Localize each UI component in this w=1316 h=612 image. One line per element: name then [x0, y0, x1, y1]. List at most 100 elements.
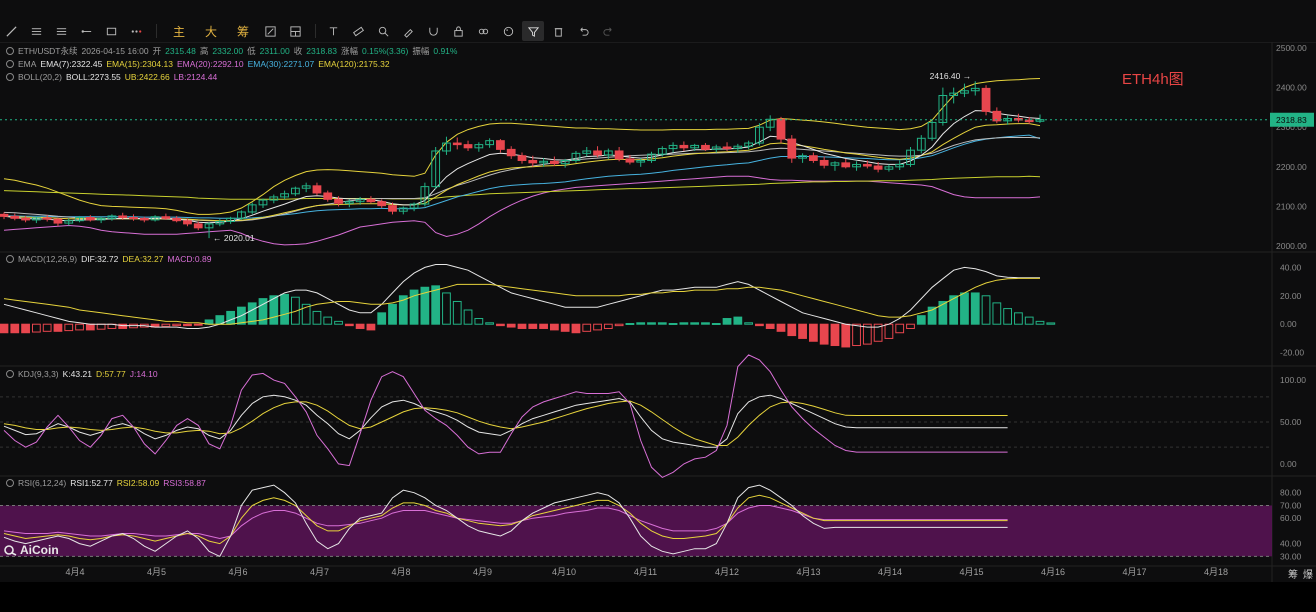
text-tool-icon[interactable]	[322, 21, 344, 41]
macd-histogram-bar	[916, 315, 926, 325]
rsi2-value: RSI2:58.09	[116, 478, 160, 488]
zoom-in-icon[interactable]	[372, 21, 394, 41]
brush-icon[interactable]	[397, 21, 419, 41]
price-axis-tick: 2400.00	[1276, 83, 1307, 93]
chips-footer-button[interactable]: 筹	[1288, 566, 1298, 581]
rsi-axis-tick: 80.00	[1280, 488, 1302, 498]
chart-canvas[interactable]: 2500.002400.002300.002200.002100.002000.…	[0, 42, 1316, 582]
candle-down	[496, 140, 505, 150]
layout-icon[interactable]	[284, 21, 306, 41]
ema30-value: EMA(30):2271.07	[247, 59, 315, 69]
macd-histogram-bar	[701, 322, 710, 325]
toolbar-divider	[315, 24, 316, 38]
ruler-icon[interactable]	[347, 21, 369, 41]
boll-lb-value: LB:2124.44	[173, 72, 218, 82]
palette-icon[interactable]	[497, 21, 519, 41]
macd-histogram-bar	[42, 323, 52, 332]
price-axis-tick: 2200.00	[1276, 162, 1307, 172]
macd-histogram-bar	[517, 323, 527, 329]
main-indicator-tab[interactable]: 主	[168, 21, 190, 41]
macd-histogram-bar	[614, 323, 624, 327]
dif-line	[3, 264, 1040, 329]
rectangle-icon[interactable]	[100, 21, 122, 41]
macd-histogram-bar	[603, 323, 613, 329]
macd-histogram-bar	[506, 323, 516, 328]
open-label: 开	[152, 46, 162, 56]
boll-mid-value: BOLL:2273.55	[65, 72, 121, 82]
macd-histogram-bar	[765, 323, 775, 329]
rsi-axis-tick: 30.00	[1280, 551, 1302, 561]
k-line	[3, 394, 1008, 448]
macd-histogram-bar	[64, 323, 74, 332]
low-value: 2311.00	[259, 46, 290, 56]
date-axis-tick: 4月6	[228, 567, 247, 577]
date-axis-tick: 4月8	[391, 567, 410, 577]
macd-histogram-bar	[852, 323, 861, 347]
change-label: 涨幅	[341, 46, 359, 56]
rsi-axis-tick: 40.00	[1280, 539, 1302, 549]
candle-down	[85, 217, 95, 221]
candle-down	[1024, 119, 1034, 123]
undo-icon[interactable]	[572, 21, 594, 41]
date-axis-tick: 4月7	[310, 567, 329, 577]
macd-histogram-bar	[1046, 322, 1056, 325]
edit-chart-icon[interactable]	[259, 21, 281, 41]
visibility-eye-icon[interactable]	[6, 479, 14, 487]
visibility-eye-icon[interactable]	[6, 73, 14, 81]
candle-down	[10, 215, 20, 219]
candle-down	[614, 150, 624, 160]
liquidation-footer-button[interactable]: 爆	[1303, 566, 1313, 581]
visibility-eye-icon[interactable]	[6, 255, 14, 263]
ema7-value: EMA(7):2322.45	[40, 59, 103, 69]
macd-histogram-bar	[528, 323, 538, 329]
filter-icon[interactable]	[522, 21, 544, 41]
macd-histogram-bar	[981, 295, 991, 325]
macd-histogram-bar	[31, 323, 41, 333]
candle-down	[701, 144, 710, 150]
candle-down	[679, 144, 689, 149]
chips-tab[interactable]: 筹	[232, 21, 254, 41]
high-price-annotation: 2416.40 →	[930, 71, 972, 81]
macd-histogram-bar	[744, 322, 754, 325]
horizontal-ray-icon[interactable]	[75, 21, 97, 41]
horizontal-lines-icon[interactable]	[25, 21, 47, 41]
ema30-line	[4, 134, 1041, 219]
candle-down	[776, 118, 786, 140]
visibility-eye-icon[interactable]	[6, 370, 14, 378]
macd-histogram-bar	[970, 292, 980, 325]
macd-histogram-bar	[485, 322, 495, 325]
visibility-eye-icon[interactable]	[6, 47, 14, 55]
macd-histogram-bar	[625, 323, 635, 325]
macd-histogram-bar	[53, 323, 63, 332]
current-price-label: 2318.83	[1276, 115, 1307, 125]
price-axis-tick: 2500.00	[1276, 43, 1307, 53]
macd-histogram-bar	[647, 322, 656, 325]
boll-legend: BOLL(20,2) BOLL:2273.55 UB:2422.66 LB:21…	[6, 72, 217, 82]
date-axis-tick: 4月9	[473, 567, 492, 577]
ema120-line	[3, 175, 1041, 200]
redo-icon[interactable]	[597, 21, 619, 41]
logo-text: AiCoin	[20, 543, 59, 557]
macd-histogram-bar	[657, 322, 667, 325]
macd-axis-tick: -20.00	[1280, 348, 1304, 358]
close-label: 收	[293, 46, 303, 56]
dots-pattern-icon[interactable]	[125, 21, 147, 41]
amplitude-value: 0.91%	[433, 46, 458, 56]
boll-lower-line	[3, 175, 1041, 246]
macd-histogram-bar	[776, 323, 786, 332]
change-value: 0.15%(3.36)	[362, 46, 409, 56]
date-axis-tick: 4月17	[1122, 567, 1146, 577]
menu-lines-icon[interactable]	[50, 21, 72, 41]
trend-line-icon[interactable]	[0, 21, 22, 41]
lock-icon[interactable]	[447, 21, 469, 41]
link-icon[interactable]	[472, 21, 494, 41]
visibility-eye-icon[interactable]	[6, 60, 14, 68]
big-order-tab[interactable]: 大	[200, 21, 222, 41]
candle-down	[334, 198, 343, 204]
macd-histogram-bar	[841, 323, 851, 348]
trash-icon[interactable]	[547, 21, 569, 41]
magnet-icon[interactable]	[422, 21, 444, 41]
kdj-axis-tick: 100.00	[1280, 375, 1306, 385]
macd-histogram-bar	[161, 323, 171, 327]
macd-axis-tick: 20.00	[1280, 291, 1302, 301]
